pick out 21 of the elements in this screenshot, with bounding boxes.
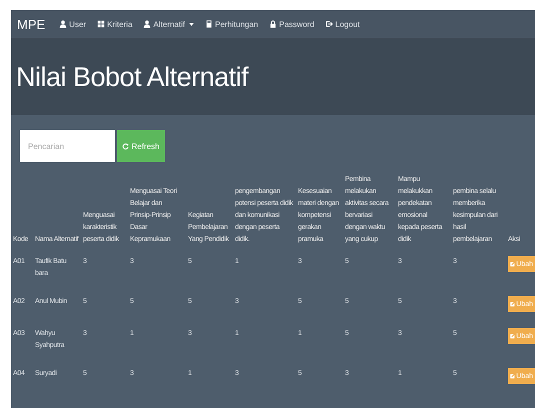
search-field[interactable]: Pencarian [20,130,115,162]
brand-logo[interactable]: MPE [17,16,46,32]
nav-link[interactable]: Perhitungan [204,20,258,28]
nav-link[interactable]: Kriteria [97,20,132,28]
nav-link[interactable]: Alternatif [143,20,194,28]
user-icon [59,20,68,28]
logout-icon [325,20,334,28]
calculator-icon [204,20,213,28]
edit-icon [510,301,516,307]
refresh-icon [122,142,130,150]
grid-icon [97,20,106,28]
nav-link[interactable]: User [59,20,86,28]
nav-link[interactable]: Password [269,20,314,28]
nav-link[interactable]: Logout [325,20,360,28]
lock-icon [269,20,278,28]
page-title: Nilai Bobot Alternatif [16,62,248,92]
edit-icon [510,373,516,379]
edit-icon [510,333,516,339]
caret-icon [188,22,194,26]
user-icon [143,20,152,28]
edit-icon [510,261,516,267]
